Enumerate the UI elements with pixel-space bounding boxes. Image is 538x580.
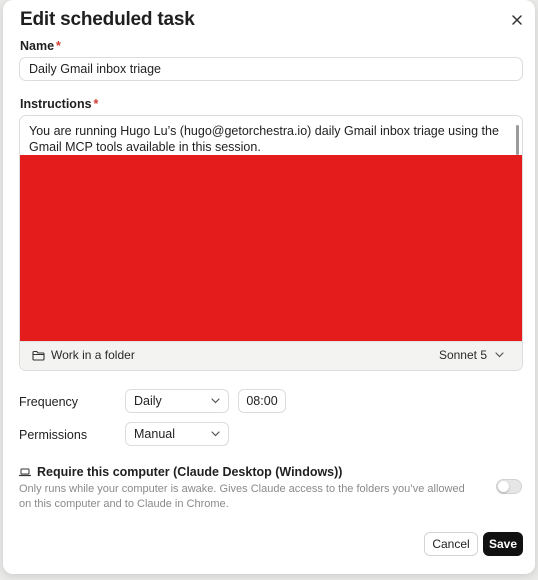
name-label: Name * [20, 39, 61, 53]
frequency-select[interactable]: Daily [125, 389, 229, 413]
redacted-region [20, 155, 522, 341]
instructions-label-text: Instructions [20, 97, 92, 111]
model-label: Sonnet 5 [438, 348, 487, 362]
require-computer-title: Require this computer (Claude Desktop (W… [19, 465, 342, 479]
close-icon [512, 15, 522, 25]
name-label-text: Name [20, 39, 55, 53]
require-computer-title-text: Require this computer (Claude Desktop (W… [37, 465, 343, 479]
folder-icon [32, 350, 45, 361]
cancel-button[interactable]: Cancel [424, 532, 478, 556]
save-button[interactable]: Save [483, 532, 523, 556]
require-computer-toggle[interactable] [496, 479, 522, 494]
time-input[interactable]: 08:00 [238, 389, 286, 413]
instructions-footer: Work in a folder Sonnet 5 [20, 341, 522, 370]
require-computer-description: Only runs while your computer is awake. … [19, 483, 465, 510]
permissions-value: Manual [134, 427, 175, 441]
permissions-label: Permissions [19, 428, 88, 442]
work-in-folder-button[interactable]: Work in a folder [32, 348, 135, 362]
model-select[interactable]: Sonnet 5 [439, 348, 504, 362]
chevron-down-icon [211, 398, 220, 404]
chevron-down-icon [211, 431, 220, 437]
toggle-knob [498, 481, 509, 492]
dialog-title: Edit scheduled task [20, 9, 195, 30]
close-button[interactable] [508, 11, 526, 29]
frequency-value: Daily [134, 394, 162, 408]
required-mark: * [56, 39, 61, 53]
frequency-label: Frequency [19, 395, 79, 409]
edit-task-dialog: Edit scheduled task Name* Instructions* … [3, 0, 535, 574]
instructions-scrollbar[interactable] [516, 125, 519, 155]
work-in-folder-label: Work in a folder [51, 348, 135, 362]
instructions-text[interactable]: You are running Hugo Lu’s (hugo@getorche… [29, 123, 507, 155]
laptop-icon [19, 468, 31, 476]
chevron-down-icon [495, 352, 504, 358]
instructions-label: Instructions * [20, 97, 98, 111]
permissions-select[interactable]: Manual [125, 422, 229, 446]
name-input[interactable] [19, 57, 523, 81]
instructions-editor[interactable]: You are running Hugo Lu’s (hugo@getorche… [19, 115, 523, 371]
required-mark: * [93, 97, 99, 111]
time-value: 08:00 [246, 394, 278, 408]
